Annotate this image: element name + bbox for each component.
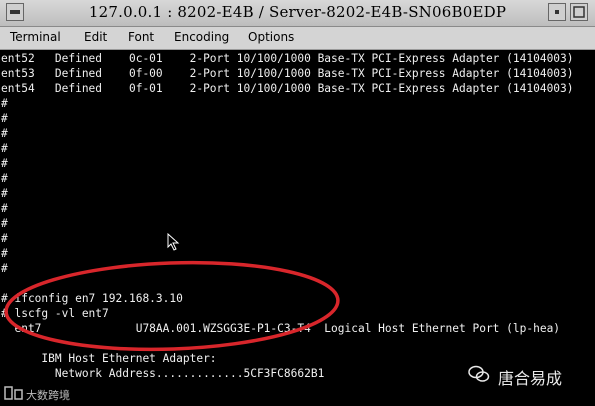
logo-icon bbox=[4, 386, 23, 400]
watermark-brand: 唐合易成 bbox=[498, 369, 563, 388]
watermark: 唐合易成 bbox=[468, 362, 592, 390]
wechat-icon bbox=[468, 365, 490, 382]
annotation-ring bbox=[4, 260, 340, 352]
watermark-sub: 大数跨境 bbox=[26, 389, 70, 402]
mouse-pointer-icon bbox=[167, 233, 180, 251]
